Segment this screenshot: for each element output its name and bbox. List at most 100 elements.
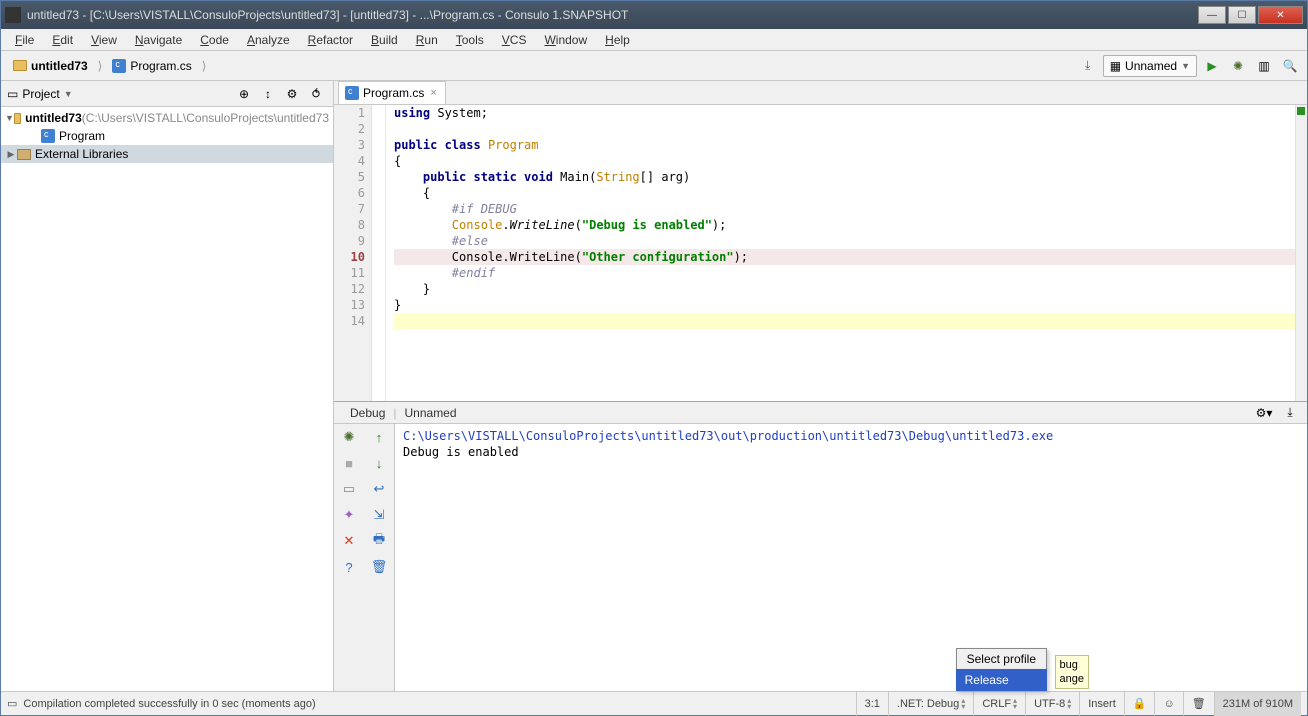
app-icon: [5, 7, 21, 23]
debug-tool-window: Debug | Unnamed ⚙▾ ⤓ ✺ ■ ▭ ✦: [334, 401, 1307, 691]
editor-tabs: Program.cs ×: [334, 81, 1307, 105]
debug-hide-button[interactable]: ⤓: [1279, 402, 1301, 424]
print-icon[interactable]: 🖶: [370, 532, 388, 550]
close-button[interactable]: ✕: [1258, 6, 1303, 24]
menu-code[interactable]: Code: [192, 31, 237, 49]
breadcrumb-item[interactable]: Program.cs: [106, 57, 197, 75]
breadcrumb: untitled73⟩Program.cs⟩: [7, 57, 1077, 75]
lock-icon[interactable]: 🔒: [1124, 692, 1155, 716]
scroll-icon[interactable]: ⇲: [370, 506, 388, 524]
hide-button[interactable]: ⥀: [305, 83, 327, 105]
profile-option-release[interactable]: Release: [956, 669, 1047, 691]
code-content[interactable]: using System;public class Program{ publi…: [386, 105, 1295, 401]
step-down-icon[interactable]: ↓: [370, 454, 388, 472]
menu-vcs[interactable]: VCS: [494, 31, 535, 49]
stop-icon[interactable]: ■: [340, 454, 358, 472]
menu-window[interactable]: Window: [536, 31, 595, 49]
chevron-down-icon: ▼: [1181, 61, 1190, 71]
memory-indicator[interactable]: 231M of 910M: [1214, 692, 1301, 716]
encoding[interactable]: UTF-8▴▾: [1025, 692, 1079, 716]
collapse-all-button[interactable]: ↕: [257, 83, 279, 105]
popup-title: Select profile: [956, 648, 1047, 670]
window-title: untitled73 - [C:\Users\VISTALL\ConsuloPr…: [27, 8, 1198, 22]
breadcrumb-separator-icon: ⟩: [96, 59, 105, 73]
menu-run[interactable]: Run: [408, 31, 446, 49]
menu-refactor[interactable]: Refactor: [300, 31, 361, 49]
run-button[interactable]: ▶: [1201, 55, 1223, 77]
line-separator[interactable]: CRLF▴▾: [973, 692, 1025, 716]
debug-settings-gear-icon[interactable]: ⚙▾: [1253, 402, 1275, 424]
editor-tab-program[interactable]: Program.cs ×: [338, 81, 446, 104]
fold-gutter[interactable]: [372, 105, 386, 401]
menu-tools[interactable]: Tools: [448, 31, 492, 49]
profile-selector[interactable]: .NET: Debug▴▾: [888, 692, 973, 716]
unnamed-tab[interactable]: Unnamed: [397, 404, 465, 422]
status-icon: ▭: [7, 697, 17, 710]
titlebar[interactable]: untitled73 - [C:\Users\VISTALL\ConsuloPr…: [1, 1, 1307, 29]
profile-popup: Select profile Release: [956, 648, 1047, 691]
project-tree[interactable]: ▼untitled73 (C:\Users\VISTALL\ConsuloPro…: [1, 107, 333, 691]
line-number-gutter[interactable]: 1234567891011121314: [334, 105, 372, 401]
statusbar: ▭ Compilation completed successfully in …: [1, 691, 1307, 715]
status-indicator-icon: [1297, 107, 1305, 115]
layout-button[interactable]: ▥: [1253, 55, 1275, 77]
console-output: Debug is enabled: [403, 444, 1299, 460]
caret-position[interactable]: 3:1: [856, 692, 888, 716]
menu-help[interactable]: Help: [597, 31, 638, 49]
menu-analyze[interactable]: Analyze: [239, 31, 298, 49]
profile-tooltip: bugange: [1055, 655, 1089, 689]
trash-icon[interactable]: 🗑: [370, 558, 388, 576]
close-tab-icon[interactable]: ×: [428, 87, 438, 99]
search-button[interactable]: 🔍: [1279, 55, 1301, 77]
menu-navigate[interactable]: Navigate: [127, 31, 190, 49]
frames-icon[interactable]: ▭: [340, 480, 358, 498]
error-stripe[interactable]: [1295, 105, 1307, 401]
menubar: FileEditViewNavigateCodeAnalyzeRefactorB…: [1, 29, 1307, 51]
pin-icon[interactable]: ✦: [340, 506, 358, 524]
debug-button[interactable]: ✺: [1227, 55, 1249, 77]
folder-icon: [14, 113, 21, 124]
menu-build[interactable]: Build: [363, 31, 406, 49]
breadcrumb-separator-icon: ⟩: [200, 59, 209, 73]
minimize-button[interactable]: —: [1198, 6, 1226, 24]
build-button[interactable]: ⤓: [1077, 55, 1099, 77]
project-tool-window: ▭ Project ▼ ⊕ ↕ ⚙ ⥀ ▼untitled73 (C:\User…: [1, 81, 334, 691]
tree-row[interactable]: ▶External Libraries: [1, 145, 333, 163]
tree-arrow-icon[interactable]: ▶: [5, 149, 17, 160]
help-icon[interactable]: ?: [340, 558, 358, 576]
navigation-bar: untitled73⟩Program.cs⟩ ⤓ ▦ Unnamed ▼ ▶ ✺…: [1, 51, 1307, 81]
step-up-icon[interactable]: ↑: [370, 428, 388, 446]
debug-console[interactable]: C:\Users\VISTALL\ConsuloProjects\untitle…: [395, 424, 1307, 691]
notifications-icon[interactable]: ☺: [1154, 692, 1182, 716]
tree-row[interactable]: ▼untitled73 (C:\Users\VISTALL\ConsuloPro…: [1, 109, 333, 127]
insert-mode[interactable]: Insert: [1079, 692, 1124, 716]
lib-icon: [17, 149, 31, 160]
scroll-to-source-button[interactable]: ⊕: [233, 83, 255, 105]
cs-icon: [112, 59, 126, 73]
console-path: C:\Users\VISTALL\ConsuloProjects\untitle…: [403, 428, 1299, 444]
code-editor[interactable]: 1234567891011121314 using System;public …: [334, 105, 1307, 401]
run-configuration-selector[interactable]: ▦ Unnamed ▼: [1103, 55, 1197, 77]
settings-gear-icon[interactable]: ⚙: [281, 83, 303, 105]
breadcrumb-item[interactable]: untitled73: [7, 57, 94, 75]
tree-arrow-icon[interactable]: ▼: [5, 113, 14, 123]
close-session-icon[interactable]: ✕: [340, 532, 358, 550]
tab-label: Program.cs: [363, 86, 424, 100]
csharp-file-icon: [345, 86, 359, 100]
menu-edit[interactable]: Edit: [44, 31, 81, 49]
run-config-label: Unnamed: [1125, 59, 1177, 73]
maximize-button[interactable]: ☐: [1228, 6, 1256, 24]
chevron-down-icon[interactable]: ▼: [64, 89, 73, 99]
wrap-icon[interactable]: ↩: [370, 480, 388, 498]
folder-icon: [13, 60, 27, 71]
trash-status-icon[interactable]: 🗑: [1183, 692, 1214, 716]
menu-view[interactable]: View: [83, 31, 125, 49]
project-icon: ▭: [7, 87, 18, 101]
run-config-icon: ▦: [1110, 59, 1121, 73]
menu-file[interactable]: File: [7, 31, 42, 49]
debug-tab[interactable]: Debug: [342, 404, 393, 422]
status-message: Compilation completed successfully in 0 …: [23, 698, 315, 710]
cs-icon: [41, 129, 55, 143]
tree-row[interactable]: Program: [1, 127, 333, 145]
rerun-debug-icon[interactable]: ✺: [340, 428, 358, 446]
